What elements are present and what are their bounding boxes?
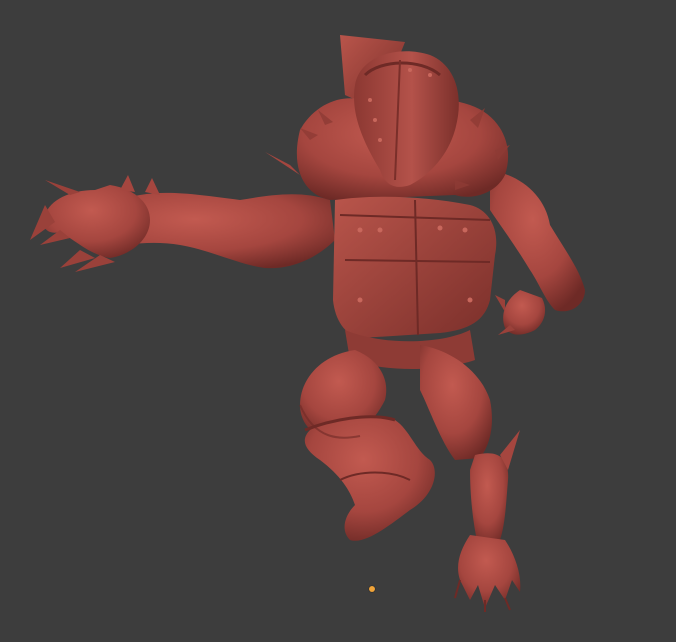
right-shin bbox=[470, 453, 509, 545]
sculpt-model[interactable] bbox=[0, 0, 676, 642]
right-arm bbox=[490, 170, 585, 312]
origin-dot-icon bbox=[369, 586, 375, 592]
talon-foot bbox=[458, 535, 521, 608]
right-thigh bbox=[420, 345, 492, 460]
3d-viewport[interactable] bbox=[0, 0, 676, 642]
left-claw-hand bbox=[43, 185, 150, 258]
